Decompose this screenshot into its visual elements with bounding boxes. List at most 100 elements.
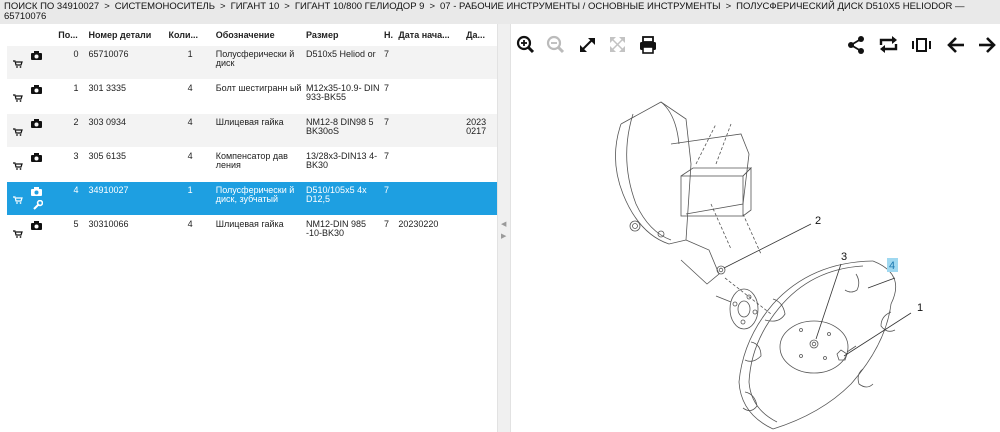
header-end-date[interactable]: Да...: [464, 24, 497, 45]
breadcrumb-item-gigant-10[interactable]: ГИГАНТ 10: [231, 1, 280, 12]
cell-start-date: [396, 44, 465, 79]
cell-quantity: 4: [166, 78, 214, 113]
arrow-right-icon[interactable]: [979, 37, 996, 53]
row-icons: [7, 180, 57, 215]
zoom-out-icon[interactable]: [546, 35, 565, 54]
breadcrumb-item-gigant-heliodor[interactable]: ГИГАНТ 10/800 ГЕЛИОДОР 9: [295, 1, 425, 12]
diagram-panel: 2 3 4 1: [511, 24, 1000, 432]
cell-size: D510x5 Heliod or: [304, 44, 383, 79]
camera-icon[interactable]: [31, 220, 42, 230]
repeat-icon[interactable]: [879, 36, 898, 53]
cell-quantity: 1: [166, 44, 214, 79]
cell-position: 1: [56, 78, 87, 113]
cart-icon[interactable]: [13, 93, 23, 102]
breadcrumb-separator: >: [429, 1, 436, 12]
table-row[interactable]: 1 301 3335 4 Болт шестигранн ый M12x35-10.9-…: [7, 78, 497, 113]
row-icons: [7, 78, 57, 113]
arrow-left-icon[interactable]: [947, 37, 964, 53]
cell-end-date: 2023 0217: [464, 112, 497, 147]
row-icons: [7, 146, 57, 181]
cell-designation: Полусферически й диск, зубчатый: [213, 180, 305, 215]
cart-icon[interactable]: [13, 195, 23, 204]
breadcrumb-item-system-carrier[interactable]: СИСТЕМОНОСИТЕЛЬ: [115, 1, 215, 12]
cell-part-number: 301 3335: [86, 78, 167, 113]
cell-size: M12x35-10.9- DIN 933-BK55: [304, 78, 383, 113]
callout-4[interactable]: 4: [889, 260, 895, 272]
header-position[interactable]: По...: [56, 24, 86, 45]
cell-designation: Болт шестигранн ый: [213, 78, 305, 113]
cell-start-date: [396, 180, 465, 215]
cell-end-date: [464, 44, 497, 79]
breadcrumb-item-current-disc: ПОЛУСФЕРИЧЕСКИЙ ДИСК D510X5 HELIODOR —: [736, 1, 965, 12]
breadcrumb-separator: >: [104, 1, 110, 12]
parts-table: По... Номер детали Коли... Обозначение Р…: [7, 24, 497, 249]
table-row[interactable]: 0 65710076 1 Полусферически й диск D510x5 He…: [7, 44, 497, 79]
header-designation[interactable]: Обозначение: [214, 24, 304, 45]
cell-designation: Компенсатор дав ления: [213, 146, 305, 181]
cell-part-number: 65710076: [86, 44, 167, 79]
callout-3[interactable]: 3: [841, 251, 847, 263]
print-icon[interactable]: [640, 36, 656, 54]
cell-n: 7: [382, 112, 397, 147]
table-row[interactable]: 2 303 0934 4 Шлицевая гайка NM12-8 DIN98 5 B…: [7, 112, 497, 147]
expand-icon[interactable]: [580, 38, 595, 52]
camera-icon[interactable]: [31, 50, 42, 60]
header-size[interactable]: Размер: [304, 24, 382, 45]
breadcrumb-separator: >: [725, 1, 732, 12]
row-icons: [7, 44, 57, 79]
camera-icon[interactable]: [31, 152, 42, 162]
breadcrumb-separator: >: [220, 1, 226, 12]
parts-list-panel: По... Номер детали Коли... Обозначение Р…: [0, 24, 497, 432]
fit-icon[interactable]: [610, 37, 625, 52]
row-icons: [7, 214, 57, 249]
cell-end-date: [464, 180, 497, 215]
cart-icon[interactable]: [13, 127, 23, 136]
fit-width-icon[interactable]: [912, 38, 931, 52]
cell-end-date: [464, 214, 497, 249]
collapse-right-icon[interactable]: ▶: [501, 232, 506, 240]
cell-designation: Шлицевая гайка: [213, 214, 305, 249]
breadcrumb-item-working-tools[interactable]: 07 - РАБОЧИЕ ИНСТРУМЕНТЫ / ОСНОВНЫЕ ИНСТ…: [440, 1, 721, 12]
table-row[interactable]: 5 30310066 4 Шлицевая гайка NM12-DIN 985 -10…: [7, 214, 497, 249]
cell-quantity: 4: [166, 112, 214, 147]
cell-n: 7: [382, 44, 397, 79]
callout-1[interactable]: 1: [917, 302, 923, 314]
header-n[interactable]: Н.: [382, 24, 396, 45]
callout-2[interactable]: 2: [815, 215, 821, 227]
cell-quantity: 4: [166, 146, 214, 181]
zoom-in-icon[interactable]: [516, 35, 535, 54]
panel-splitter[interactable]: ◀ ▶: [497, 24, 511, 432]
row-icons: [7, 112, 57, 147]
cart-icon[interactable]: [13, 229, 23, 238]
cell-size: NM12-DIN 985 -10-BK30: [304, 214, 383, 249]
exploded-diagram: 2 3 4 1: [615, 101, 923, 430]
cart-icon[interactable]: [13, 161, 23, 170]
cell-size: D510/105x5 4x D12,5: [304, 180, 383, 215]
cell-part-number: 303 0934: [86, 112, 167, 147]
table-row[interactable]: 3 305 6135 4 Компенсатор дав ления 13/28x3-D…: [7, 146, 497, 181]
header-part-number[interactable]: Номер детали: [86, 24, 166, 45]
cell-position: 2: [56, 112, 87, 147]
cell-n: 7: [382, 180, 397, 215]
cell-position: 5: [56, 214, 87, 249]
cell-designation: Шлицевая гайка: [213, 112, 305, 147]
cart-icon[interactable]: [13, 59, 23, 68]
breadcrumb: ПОИСК ПО 34910027 > СИСТЕМОНОСИТЕЛЬ > ГИГАНТ…: [0, 0, 1000, 24]
cell-start-date: [396, 146, 465, 181]
cell-quantity: 4: [166, 214, 214, 249]
header-icons: [7, 24, 56, 45]
camera-icon[interactable]: [31, 118, 42, 128]
diagram-toolbar: [516, 35, 996, 54]
share-icon[interactable]: [848, 36, 864, 54]
breadcrumb-separator: >: [284, 1, 290, 12]
wrench-icon[interactable]: [32, 199, 43, 211]
camera-icon[interactable]: [31, 84, 42, 94]
camera-icon[interactable]: [31, 186, 42, 196]
cell-end-date: [464, 146, 497, 181]
header-start-date[interactable]: Дата нача...: [396, 24, 464, 45]
cell-part-number: 34910027: [86, 180, 167, 215]
table-row[interactable]: 4 34910027 1 Полусферически й диск, зубчаты…: [7, 180, 497, 215]
collapse-left-icon[interactable]: ◀: [501, 220, 506, 228]
cell-quantity: 1: [166, 180, 214, 215]
header-quantity[interactable]: Коли...: [167, 24, 214, 45]
